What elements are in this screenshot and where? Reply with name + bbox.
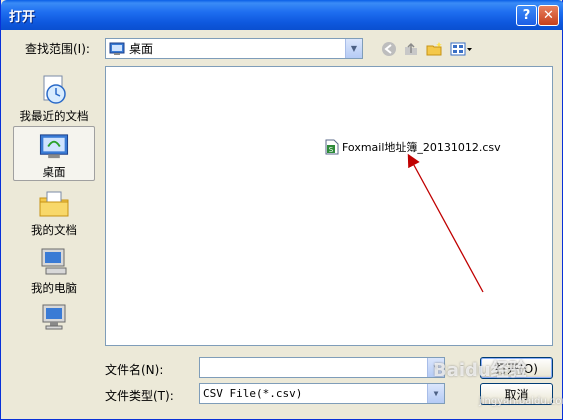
place-my-computer[interactable]: 我的电脑 [13, 242, 95, 297]
close-button[interactable]: ✕ [538, 5, 559, 26]
file-type-value: CSV File(*.csv) [203, 387, 303, 400]
file-name-input[interactable]: ▼ [199, 357, 445, 378]
file-name: Foxmail地址簿_20131012.csv [342, 141, 501, 154]
new-folder-icon[interactable] [425, 39, 445, 59]
up-folder-icon[interactable] [401, 39, 421, 59]
place-label: 桌面 [42, 165, 66, 179]
my-documents-icon [39, 191, 69, 217]
csv-file-icon: S [325, 139, 339, 155]
look-in-value: 桌面 [129, 42, 154, 56]
look-in-dropdown[interactable]: 桌面 ▼ [105, 38, 363, 59]
place-my-documents[interactable]: 我的文档 [13, 184, 95, 239]
chevron-down-icon[interactable]: ▼ [345, 39, 362, 58]
look-in-label: 查找范围(I): [25, 42, 90, 56]
place-recent-documents[interactable]: 我最近的文档 [13, 70, 95, 125]
places-bar: 我最近的文档 桌面 我的文档 我的电脑 [10, 66, 96, 412]
list-item[interactable]: S Foxmail地址簿_20131012.csv [325, 139, 501, 155]
file-type-label: 文件类型(T): [105, 389, 174, 403]
recent-documents-icon [43, 75, 66, 104]
file-type-select[interactable]: CSV File(*.csv) ▼ [199, 383, 445, 404]
baidu-watermark: Baidu经验 [433, 360, 527, 381]
place-label: 我最近的文档 [19, 109, 89, 123]
place-network[interactable] [13, 298, 95, 353]
chevron-down-icon[interactable]: ▼ [427, 384, 444, 403]
views-menu-icon[interactable] [449, 39, 475, 59]
back-icon[interactable] [379, 39, 399, 59]
open-file-dialog: 打开 ? ✕ 查找范围(I): 桌面 ▼ 我最近的文档 桌面 我的文档 我的电脑… [0, 0, 563, 420]
place-desktop[interactable]: 桌面 [13, 126, 95, 181]
svg-text:S: S [329, 146, 334, 154]
window-title: 打开 [9, 10, 36, 25]
desktop-icon [39, 134, 69, 159]
help-button[interactable]: ? [516, 5, 537, 26]
my-computer-icon [41, 248, 67, 275]
network-places-icon [42, 304, 66, 330]
desktop-icon [109, 42, 125, 55]
file-name-label: 文件名(N): [105, 363, 164, 377]
place-label: 我的文档 [31, 223, 77, 237]
place-label: 我的电脑 [31, 281, 77, 295]
baidu-watermark-url: jingyan.baidu.com [479, 396, 563, 407]
title-bar[interactable]: 打开 ? ✕ [1, 0, 563, 30]
file-list[interactable]: S Foxmail地址簿_20131012.csv [105, 66, 553, 346]
